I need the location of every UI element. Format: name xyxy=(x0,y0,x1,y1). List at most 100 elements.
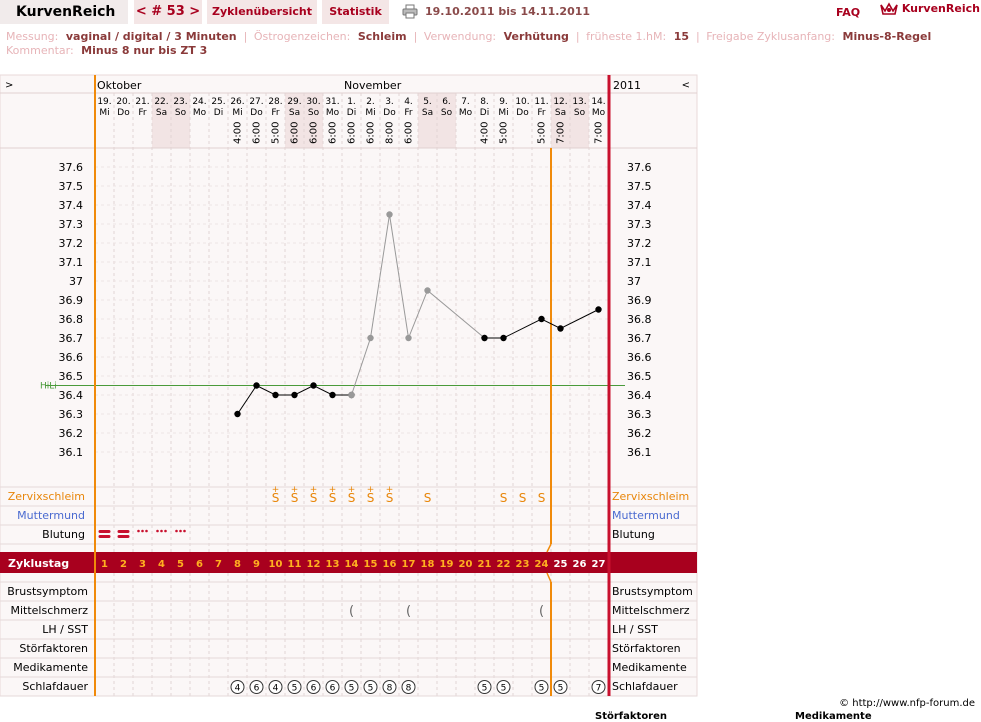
y-tick-label: 36.6 xyxy=(59,351,84,364)
row-label-cervix-left: Muttermund xyxy=(17,509,85,522)
cycle-day-number: 13 xyxy=(326,559,340,570)
bleeding-spot xyxy=(179,529,182,533)
mittelschmerz-mark: ( xyxy=(406,604,411,619)
temperature-point xyxy=(310,382,317,389)
row-label-1: Mittelschmerz xyxy=(10,604,88,617)
day-date: 29. xyxy=(287,97,301,107)
day-weekday: Mo xyxy=(459,108,473,118)
measure-time: 7:00 xyxy=(594,122,605,144)
day-weekday: Sa xyxy=(289,108,300,118)
day-weekday: Do xyxy=(516,108,529,118)
day-date: 8. xyxy=(480,97,489,107)
row-label-mucus-right: Zervixschleim xyxy=(612,490,689,503)
day-weekday: Mi xyxy=(232,108,242,118)
mittelschmerz-mark: ( xyxy=(539,604,544,619)
bleeding-spot xyxy=(175,529,178,533)
day-date: 2. xyxy=(366,97,375,107)
day-date: 27. xyxy=(249,97,263,107)
y-tick-label-right: 36.1 xyxy=(627,446,652,459)
cycle-day-number: 15 xyxy=(364,559,378,570)
copyright-footer: © http://www.nfp-forum.de xyxy=(839,698,975,709)
cycle-day-number: 20 xyxy=(459,559,473,570)
cycle-day-number: 7 xyxy=(215,559,222,570)
y-tick-label-right: 36.6 xyxy=(627,351,652,364)
sleep-hours: 6 xyxy=(254,684,260,694)
sleep-hours: 8 xyxy=(406,684,412,694)
day-date: 26. xyxy=(230,97,244,107)
day-weekday: So xyxy=(441,108,453,118)
measure-time: 5:00 xyxy=(271,122,282,144)
hili-label: HiLi xyxy=(40,382,57,392)
y-tick-label: 36.1 xyxy=(59,446,84,459)
cycle-day-number: 3 xyxy=(139,559,146,570)
measure-time: 6:00 xyxy=(328,122,339,144)
cycle-day-number: 6 xyxy=(196,559,203,570)
row-label-3: Störfaktoren xyxy=(19,642,88,655)
day-weekday: Mo xyxy=(326,108,340,118)
bleeding-spot xyxy=(145,529,148,533)
y-tick-label: 36.7 xyxy=(59,332,84,345)
day-date: 14. xyxy=(591,97,605,107)
day-date: 1. xyxy=(347,97,356,107)
cycle-day-number: 16 xyxy=(383,559,397,570)
temperature-point xyxy=(538,315,545,323)
sleep-hours: 5 xyxy=(349,684,355,694)
cycle-day-number: 18 xyxy=(421,559,435,570)
y-tick-label: 37.2 xyxy=(59,237,84,250)
mucus-plus: + xyxy=(367,485,375,495)
sleep-hours: 6 xyxy=(311,684,317,694)
day-date: 30. xyxy=(306,97,320,107)
y-tick-label: 36.4 xyxy=(59,389,84,402)
day-date: 9. xyxy=(499,97,508,107)
y-tick-label: 36.3 xyxy=(59,408,84,421)
cycle-day-number: 1 xyxy=(101,559,108,570)
y-tick-label-right: 36.7 xyxy=(627,332,652,345)
measure-time: 6:00 xyxy=(309,122,320,144)
temperature-point xyxy=(234,410,241,418)
mucus-mark: S xyxy=(424,491,432,505)
cycle-day-number: 19 xyxy=(440,559,454,570)
day-weekday: Sa xyxy=(156,108,167,118)
sleep-hours: 5 xyxy=(558,684,564,694)
day-weekday: So xyxy=(175,108,187,118)
sleep-hours: 5 xyxy=(482,684,488,694)
row-label-mucus-left: Zervixschleim xyxy=(8,490,85,503)
bleeding-spot xyxy=(137,529,140,533)
temperature-point xyxy=(253,382,260,389)
temperature-point xyxy=(481,334,488,342)
temperature-point xyxy=(405,334,412,342)
day-weekday: Fr xyxy=(271,108,280,118)
y-tick-label: 37.5 xyxy=(59,180,84,193)
cycle-day-number: 9 xyxy=(253,559,260,570)
nav-right-arrow: < xyxy=(682,80,690,91)
day-date: 23. xyxy=(173,97,187,107)
bleeding-spot xyxy=(156,529,159,533)
day-weekday: Do xyxy=(383,108,396,118)
mucus-mark: S xyxy=(500,491,508,505)
cycle-day-number: 25 xyxy=(554,559,568,570)
day-date: 10. xyxy=(515,97,529,107)
mucus-plus: + xyxy=(386,485,394,495)
cycle-day-number: 5 xyxy=(177,559,184,570)
y-tick-label-right: 36.5 xyxy=(627,370,652,383)
row-label-right-0: Brustsymptom xyxy=(612,585,693,598)
sleep-hours: 5 xyxy=(368,684,374,694)
month-label: Oktober xyxy=(97,79,142,92)
y-tick-label: 36.8 xyxy=(59,313,84,326)
day-date: 31. xyxy=(325,97,339,107)
day-weekday: Mi xyxy=(498,108,508,118)
y-tick-label-right: 36.4 xyxy=(627,389,652,402)
y-tick-label-right: 36.9 xyxy=(627,294,652,307)
day-weekday: So xyxy=(574,108,586,118)
bleeding-heavy xyxy=(98,535,111,538)
day-weekday: Mi xyxy=(365,108,375,118)
sleep-hours: 5 xyxy=(501,684,507,694)
bleeding-heavy xyxy=(117,530,130,533)
day-date: 5. xyxy=(423,97,432,107)
row-label-0: Brustsymptom xyxy=(7,585,88,598)
bleeding-heavy xyxy=(98,530,111,533)
day-date: 21. xyxy=(135,97,149,107)
day-date: 4. xyxy=(404,97,413,107)
day-weekday: Sa xyxy=(555,108,566,118)
row-label-right-3: Störfaktoren xyxy=(612,642,681,655)
